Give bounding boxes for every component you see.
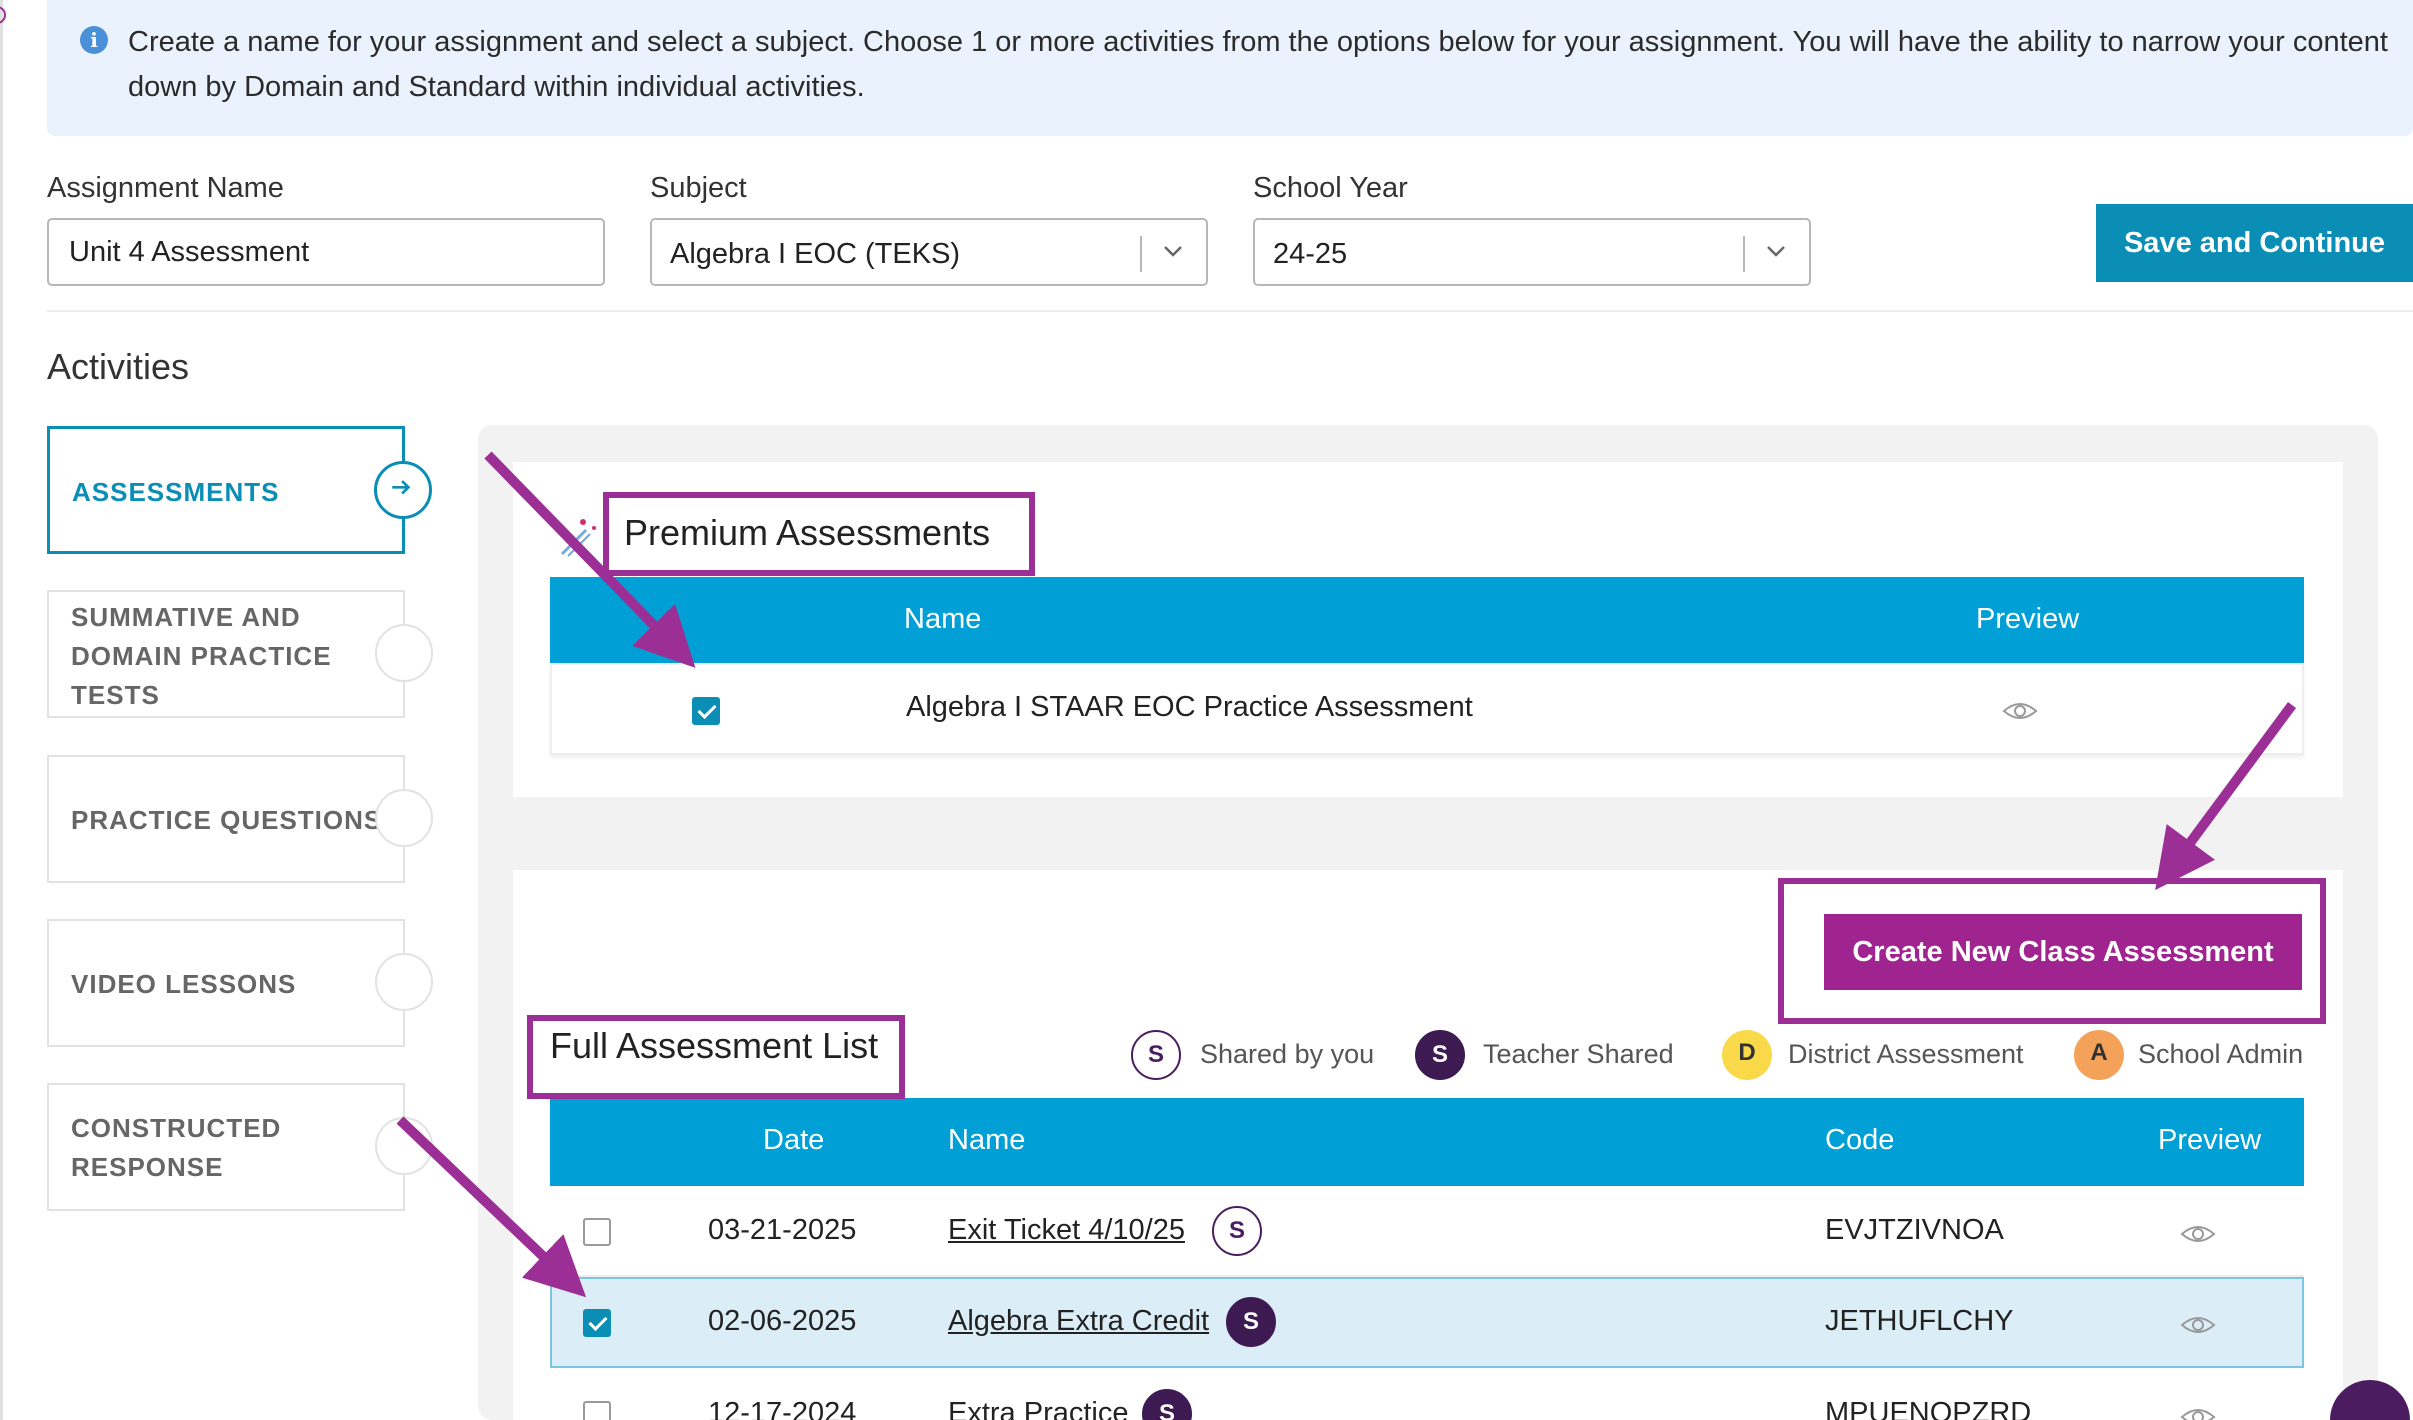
- column-header-name: Name: [904, 603, 982, 635]
- row-name-link[interactable]: Exit Ticket 4/10/25: [948, 1214, 1185, 1247]
- row-name-link[interactable]: Algebra Extra Credit: [948, 1305, 1209, 1338]
- eye-icon[interactable]: [2180, 1313, 2216, 1337]
- table-row[interactable]: 03-21-2025 Exit Ticket 4/10/25 S EVJTZIV…: [550, 1186, 2304, 1277]
- row-name-link[interactable]: Extra Practice: [948, 1397, 1129, 1420]
- assignment-name-input[interactable]: [47, 218, 605, 286]
- activity-label: SUMMATIVE AND DOMAIN PRACTICE TESTS: [71, 602, 332, 710]
- arrow-right-icon: [374, 461, 432, 519]
- activity-constructed-response[interactable]: CONSTRUCTED RESPONSE: [47, 1083, 433, 1211]
- annotation-box-premium: [603, 492, 1035, 576]
- status-circle-icon: [375, 624, 433, 682]
- annotation-box-create: [1778, 878, 2326, 1024]
- table-row[interactable]: 12-17-2024 Extra Practice S MPUENOPZRD: [550, 1369, 2304, 1420]
- info-text: Create a name for your assignment and se…: [128, 26, 2388, 103]
- row-code: MPUENOPZRD: [1825, 1397, 2032, 1420]
- status-circle-icon: [375, 953, 433, 1011]
- column-header-preview: Preview: [1976, 603, 2080, 635]
- select-separator: [1140, 236, 1142, 272]
- eye-icon[interactable]: [2180, 1405, 2216, 1420]
- subject-value: Algebra I EOC (TEKS): [670, 238, 961, 270]
- row-date: 12-17-2024: [708, 1397, 857, 1420]
- activity-label: CONSTRUCTED RESPONSE: [71, 1113, 282, 1182]
- activities-heading: Activities: [47, 346, 190, 387]
- legend-label: Teacher Shared: [1483, 1039, 1674, 1069]
- eye-icon[interactable]: [2002, 699, 2038, 723]
- row-code: JETHUFLCHY: [1825, 1305, 2014, 1337]
- column-header-preview: Preview: [2158, 1124, 2262, 1156]
- activity-summative-domain-tests[interactable]: SUMMATIVE AND DOMAIN PRACTICE TESTS: [47, 590, 433, 718]
- column-header-code: Code: [1825, 1124, 1895, 1156]
- legend-badge-district: D: [1722, 1030, 1772, 1080]
- activity-label: PRACTICE QUESTIONS: [71, 805, 383, 835]
- chevron-down-icon: [1164, 246, 1182, 257]
- activity-assessments[interactable]: ASSESSMENTS: [47, 426, 432, 554]
- legend-badge-teacher-shared: S: [1415, 1030, 1465, 1080]
- legend-label: District Assessment: [1788, 1039, 2024, 1069]
- row-checkbox[interactable]: [692, 697, 720, 725]
- premium-table-header: Name Preview: [550, 577, 2304, 665]
- info-icon: i: [80, 26, 108, 54]
- column-header-name: Name: [948, 1124, 1026, 1156]
- row-checkbox[interactable]: [583, 1309, 611, 1337]
- row-checkbox[interactable]: [583, 1218, 611, 1246]
- chevron-down-icon: [1767, 246, 1785, 257]
- legend-label: School Admin: [2138, 1039, 2304, 1069]
- row-code: EVJTZIVNOA: [1825, 1214, 2004, 1246]
- eye-icon[interactable]: [2180, 1222, 2216, 1246]
- annotation-box-full-list: [527, 1015, 905, 1099]
- save-and-continue-button[interactable]: Save and Continue: [2096, 204, 2413, 282]
- row-checkbox[interactable]: [583, 1401, 611, 1420]
- sparkle-icon: [560, 519, 596, 557]
- select-separator: [1743, 236, 1745, 272]
- activity-label: ASSESSMENTS: [72, 477, 280, 507]
- school-year-select[interactable]: 24-25: [1253, 218, 1811, 286]
- edge-marker: [0, 6, 6, 24]
- shared-badge: S: [1142, 1389, 1192, 1420]
- table-row[interactable]: 02-06-2025 Algebra Extra Credit S JETHUF…: [550, 1277, 2304, 1368]
- legend-badge-shared-by-you: S: [1131, 1030, 1181, 1080]
- form-divider: [47, 310, 2413, 312]
- activity-video-lessons[interactable]: VIDEO LESSONS: [47, 919, 433, 1047]
- school-year-value: 24-25: [1273, 238, 1348, 270]
- subject-select[interactable]: Algebra I EOC (TEKS): [650, 218, 1208, 286]
- subject-label: Subject: [650, 172, 747, 204]
- row-date: 03-21-2025: [708, 1214, 857, 1246]
- activity-practice-questions[interactable]: PRACTICE QUESTIONS: [47, 755, 433, 883]
- activity-label: VIDEO LESSONS: [71, 969, 297, 999]
- legend-badge-school-admin: A: [2074, 1030, 2124, 1080]
- assessment-name: Algebra I STAAR EOC Practice Assessment: [906, 691, 1473, 723]
- shared-badge: S: [1212, 1206, 1262, 1256]
- status-circle-icon: [375, 1117, 433, 1175]
- school-year-label: School Year: [1253, 172, 1408, 204]
- column-header-date: Date: [763, 1124, 825, 1156]
- shared-badge: S: [1226, 1297, 1276, 1347]
- page-edge: [0, 0, 3, 1420]
- legend-label: Shared by you: [1200, 1039, 1375, 1069]
- assignment-name-label: Assignment Name: [47, 172, 284, 204]
- assessment-list-header: Date Name Code Preview: [550, 1098, 2304, 1186]
- status-circle-icon: [375, 789, 433, 847]
- row-date: 02-06-2025: [708, 1305, 857, 1337]
- table-row[interactable]: Algebra I STAAR EOC Practice Assessment: [550, 663, 2304, 755]
